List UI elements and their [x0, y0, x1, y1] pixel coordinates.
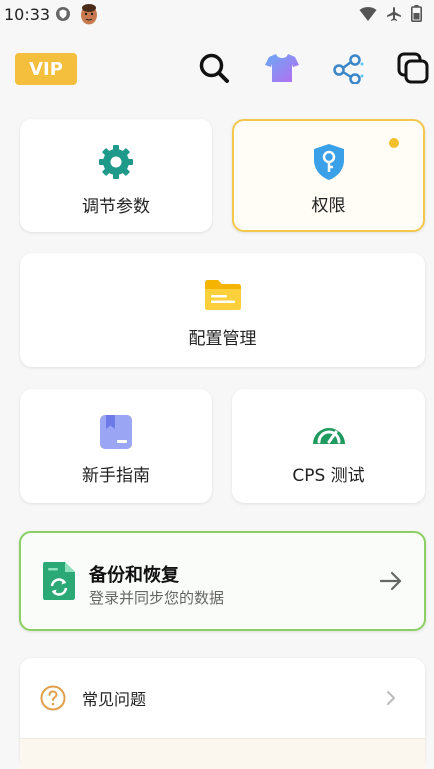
beginner-guide-label: 新手指南: [82, 466, 150, 486]
tshirt-icon: [265, 54, 299, 82]
question-circle-icon: [40, 685, 66, 711]
cps-test-card[interactable]: CPS 测试: [232, 389, 425, 503]
wifi-icon: [359, 6, 377, 21]
airplane-icon: [387, 6, 401, 21]
arrow-right-icon: [380, 571, 402, 591]
shield-key-icon: [313, 144, 344, 180]
tune-parameters-label: 调节参数: [82, 197, 150, 217]
copy-windows-icon: [397, 52, 429, 84]
vip-label: VIP: [29, 58, 63, 80]
guide-book-icon: [100, 415, 132, 449]
avatar-icon: [81, 4, 97, 25]
permissions-card[interactable]: 权限: [232, 119, 425, 232]
beginner-guide-card[interactable]: 新手指南: [20, 389, 212, 503]
faq-label: 常见问题: [82, 690, 147, 709]
share-button[interactable]: [330, 50, 366, 86]
cps-test-label: CPS 测试: [292, 466, 365, 486]
folder-icon: [204, 280, 241, 310]
status-time: 10:33: [4, 5, 51, 24]
status-right-icons: [359, 5, 422, 22]
vip-badge[interactable]: VIP: [15, 53, 77, 85]
backup-file-icon: [43, 562, 75, 600]
share-icon: [333, 54, 364, 84]
next-list-item-partial[interactable]: [20, 738, 425, 769]
backup-title: 备份和恢复: [89, 565, 179, 586]
search-button[interactable]: [196, 50, 232, 86]
tune-parameters-card[interactable]: 调节参数: [20, 119, 212, 232]
theme-button[interactable]: [264, 50, 300, 86]
faq-card[interactable]: 常见问题: [20, 658, 425, 769]
backup-restore-card[interactable]: 备份和恢复 登录并同步您的数据: [19, 531, 426, 631]
windows-button[interactable]: [395, 50, 431, 86]
permissions-label: 权限: [311, 196, 346, 216]
chevron-right-icon: [387, 691, 395, 705]
gear-icon: [99, 145, 133, 179]
status-left-icons: [55, 3, 99, 25]
backup-subtitle: 登录并同步您的数据: [89, 589, 225, 607]
notification-dot: [389, 138, 399, 148]
config-management-card[interactable]: 配置管理: [20, 253, 425, 367]
config-management-label: 配置管理: [188, 329, 257, 349]
battery-icon: [411, 5, 422, 22]
speedometer-icon: [312, 428, 345, 444]
search-icon: [199, 53, 229, 83]
shield-status-icon: [56, 7, 70, 21]
